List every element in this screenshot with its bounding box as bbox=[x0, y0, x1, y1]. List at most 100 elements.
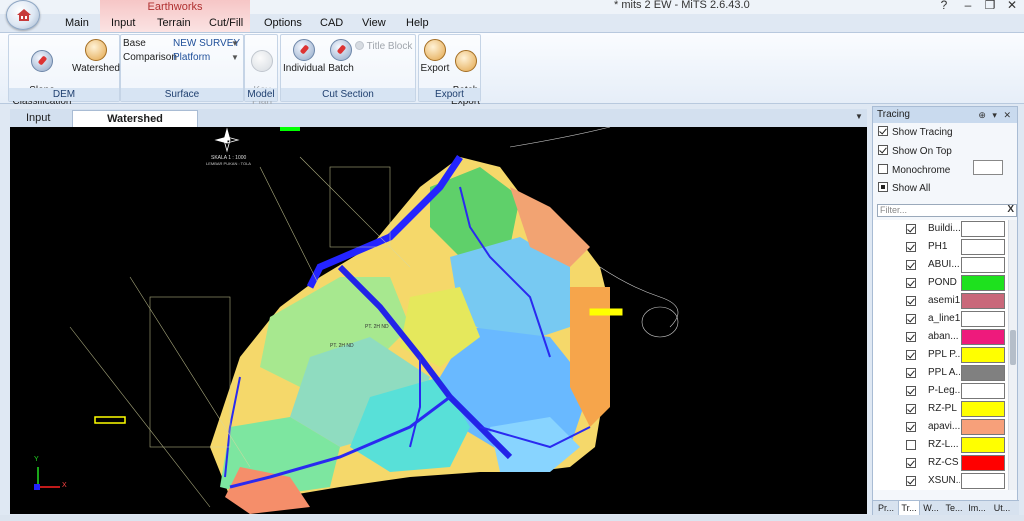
show-on-top-option[interactable]: Show On Top bbox=[878, 145, 952, 157]
monochrome-option[interactable]: Monochrome bbox=[878, 164, 950, 176]
application-menu-button[interactable] bbox=[6, 0, 40, 30]
show-all-checkbox[interactable] bbox=[878, 182, 888, 192]
layer-row[interactable]: RZ-PL bbox=[873, 400, 1009, 418]
layer-row[interactable]: apavi... bbox=[873, 418, 1009, 436]
layer-visibility-checkbox[interactable] bbox=[906, 314, 916, 324]
tab-view[interactable]: View bbox=[362, 16, 386, 30]
layer-color-swatch[interactable] bbox=[961, 419, 1005, 435]
tab-cut-fill[interactable]: Cut/Fill bbox=[209, 16, 243, 30]
layer-color-swatch[interactable] bbox=[961, 383, 1005, 399]
layer-visibility-checkbox[interactable] bbox=[906, 260, 916, 270]
layer-visibility-checkbox[interactable] bbox=[906, 278, 916, 288]
doc-tab-input[interactable]: Input bbox=[16, 110, 60, 127]
layer-visibility-checkbox[interactable] bbox=[906, 440, 916, 450]
watershed-button[interactable]: Watershed bbox=[71, 39, 121, 74]
layer-visibility-checkbox[interactable] bbox=[906, 296, 916, 306]
layer-color-swatch[interactable] bbox=[961, 221, 1005, 237]
layer-visibility-checkbox[interactable] bbox=[906, 242, 916, 252]
layer-color-swatch[interactable] bbox=[961, 329, 1005, 345]
panel-window-controls-icon[interactable]: ⊕ ▾ ✕ bbox=[978, 107, 1013, 123]
layer-visibility-checkbox[interactable] bbox=[906, 350, 916, 360]
individual-button[interactable]: Individual bbox=[283, 39, 325, 74]
export-button[interactable]: Export bbox=[420, 39, 450, 74]
layer-row[interactable]: asemi1 bbox=[873, 292, 1009, 310]
layer-visibility-checkbox[interactable] bbox=[906, 404, 916, 414]
show-tracing-checkbox[interactable] bbox=[878, 126, 888, 136]
show-tracing-option[interactable]: Show Tracing bbox=[878, 126, 953, 138]
layer-visibility-checkbox[interactable] bbox=[906, 458, 916, 468]
show-all-option[interactable]: Show All bbox=[878, 182, 930, 194]
layer-name: PPL A... bbox=[928, 367, 960, 378]
export-label: Export bbox=[420, 63, 450, 74]
layer-color-swatch[interactable] bbox=[961, 311, 1005, 327]
layer-color-swatch[interactable] bbox=[961, 455, 1005, 471]
panel-tab-strip: Pr... Tr... W... Te... Im... Ut... bbox=[873, 500, 1019, 516]
minimize-button[interactable]: – bbox=[958, 0, 978, 12]
layer-visibility-checkbox[interactable] bbox=[906, 368, 916, 378]
filter-input[interactable]: Filter... X bbox=[877, 204, 1017, 217]
comparison-dropdown-icon[interactable]: ▼ bbox=[231, 53, 239, 62]
monochrome-checkbox[interactable] bbox=[878, 164, 888, 174]
close-button[interactable]: ✕ bbox=[1002, 0, 1022, 12]
layer-row[interactable]: aban... bbox=[873, 328, 1009, 346]
layer-color-swatch[interactable] bbox=[961, 365, 1005, 381]
layer-visibility-checkbox[interactable] bbox=[906, 332, 916, 342]
panel-tab[interactable]: W... bbox=[920, 501, 942, 516]
filter-clear-button[interactable]: X bbox=[1007, 204, 1014, 215]
layer-color-swatch[interactable] bbox=[961, 275, 1005, 291]
scrollbar-thumb[interactable] bbox=[1010, 330, 1016, 365]
batch-button[interactable]: Batch bbox=[325, 39, 357, 74]
monochrome-color-swatch[interactable] bbox=[973, 160, 1003, 175]
layer-name: XSUN... bbox=[928, 475, 960, 486]
tab-cad[interactable]: CAD bbox=[320, 16, 343, 30]
layer-row[interactable]: PH1 bbox=[873, 238, 1009, 256]
layer-visibility-checkbox[interactable] bbox=[906, 422, 916, 432]
layer-row[interactable]: a_line1 bbox=[873, 310, 1009, 328]
help-button[interactable]: ? bbox=[934, 0, 954, 12]
doc-tab-watershed-delineation[interactable]: Watershed delineation bbox=[72, 110, 198, 142]
layer-list-scrollbar[interactable] bbox=[1008, 220, 1017, 490]
layer-color-swatch[interactable] bbox=[961, 473, 1005, 489]
drawing-canvas[interactable]: SKALA 1 : 1000 LEMBAR PUKAN : TOLA PT. 2… bbox=[10, 127, 867, 514]
panel-tab[interactable]: Pr... bbox=[875, 501, 897, 516]
tab-options[interactable]: Options bbox=[264, 16, 302, 30]
context-tab-title: Earthworks bbox=[147, 1, 203, 13]
slope-classification-button[interactable]: Slope Classification ▾ bbox=[11, 39, 73, 118]
restore-button[interactable]: ❐ bbox=[980, 0, 1000, 12]
panel-tab[interactable]: Tr... bbox=[898, 501, 920, 516]
base-dropdown-icon[interactable]: ▼ bbox=[231, 39, 239, 48]
layer-color-swatch[interactable] bbox=[961, 257, 1005, 273]
tab-main[interactable]: Main bbox=[65, 16, 89, 30]
panel-tab[interactable]: Te... bbox=[943, 501, 965, 516]
layer-row[interactable]: Buildi... bbox=[873, 220, 1009, 238]
tab-list-dropdown-icon[interactable]: ▼ bbox=[855, 112, 863, 121]
layer-row[interactable]: RZ-L... bbox=[873, 436, 1009, 454]
layer-name: a_line1 bbox=[928, 313, 960, 324]
layer-row[interactable]: PPL A... bbox=[873, 364, 1009, 382]
comparison-select[interactable]: Platform bbox=[173, 52, 210, 63]
individual-label: Individual bbox=[283, 63, 326, 74]
layer-color-swatch[interactable] bbox=[961, 347, 1005, 363]
layer-row[interactable]: POND bbox=[873, 274, 1009, 292]
layer-color-swatch[interactable] bbox=[961, 401, 1005, 417]
layer-visibility-checkbox[interactable] bbox=[906, 386, 916, 396]
layer-row[interactable]: XSUN... bbox=[873, 472, 1009, 490]
panel-tab[interactable]: Ut... bbox=[991, 501, 1013, 516]
show-on-top-checkbox[interactable] bbox=[878, 145, 888, 155]
layer-row[interactable]: PPL P... bbox=[873, 346, 1009, 364]
layer-color-swatch[interactable] bbox=[961, 239, 1005, 255]
panel-tab[interactable]: Im... bbox=[966, 501, 988, 516]
layer-name: P-Leg... bbox=[928, 385, 960, 396]
title-block-button[interactable]: Title Block bbox=[355, 41, 417, 52]
layer-visibility-checkbox[interactable] bbox=[906, 476, 916, 486]
tab-help[interactable]: Help bbox=[406, 16, 429, 30]
layer-visibility-checkbox[interactable] bbox=[906, 224, 916, 234]
tab-input[interactable]: Input bbox=[111, 16, 135, 30]
layer-row[interactable]: ABUI... bbox=[873, 256, 1009, 274]
tab-terrain[interactable]: Terrain bbox=[157, 16, 191, 30]
layer-row[interactable]: RZ-CS bbox=[873, 454, 1009, 472]
layer-row[interactable]: P-Leg... bbox=[873, 382, 1009, 400]
layer-color-swatch[interactable] bbox=[961, 293, 1005, 309]
layer-color-swatch[interactable] bbox=[961, 437, 1005, 453]
base-select[interactable]: NEW SURVEY bbox=[173, 38, 240, 49]
